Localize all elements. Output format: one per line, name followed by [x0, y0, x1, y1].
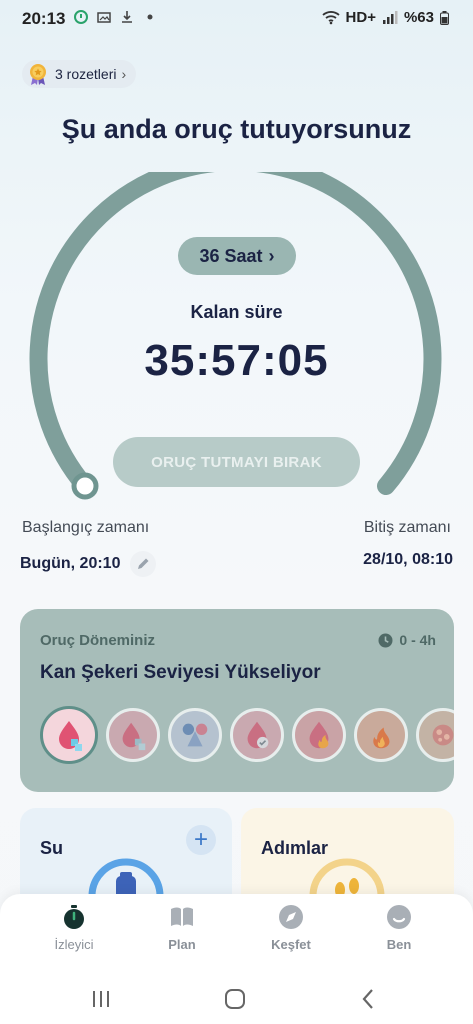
end-time-label: Bitiş zamanı	[363, 519, 451, 536]
book-icon	[171, 907, 193, 926]
bottom-nav: İzleyici Plan Keşfet Ben	[0, 894, 473, 974]
nav-explore[interactable]: Keşfet	[251, 904, 331, 952]
phase-range-label: 0 - 4h	[399, 632, 436, 648]
fasting-plan-button[interactable]: 36 Saat ›	[178, 237, 296, 275]
edit-start-time-button[interactable]	[130, 551, 157, 577]
remaining-time: 35:57:05	[144, 336, 329, 385]
phase-range: 0 - 4h	[378, 632, 436, 648]
status-notification-icons	[74, 10, 157, 24]
fasting-phase-card[interactable]: Oruç Döneminiz 0 - 4h Kan Şekeri Seviyes…	[20, 609, 454, 792]
blood-drop-cubes-icon[interactable]	[106, 708, 160, 762]
start-time-value: Bugün, 20:10	[20, 555, 121, 572]
blood-drop-sugar-icon[interactable]	[40, 706, 98, 764]
medal-icon	[30, 64, 46, 85]
download-icon	[122, 11, 132, 23]
add-water-button[interactable]: +	[186, 825, 216, 855]
plus-icon: +	[193, 826, 208, 853]
home-icon[interactable]	[222, 986, 248, 1012]
back-icon[interactable]	[356, 986, 382, 1012]
gallery-icon	[97, 12, 111, 23]
badges-button[interactable]: 3 rozetleri ›	[22, 60, 137, 88]
nav-explore-label: Keşfet	[271, 937, 311, 952]
drop-check-icon[interactable]	[230, 708, 284, 762]
recent-apps-icon[interactable]	[88, 986, 114, 1012]
battery-percent: %63	[403, 9, 434, 26]
badges-label: 3 rozetleri	[55, 66, 117, 82]
drop-flame-icon[interactable]	[292, 708, 346, 762]
compass-icon	[279, 905, 303, 929]
status-time: 20:13	[22, 9, 66, 28]
pencil-icon	[138, 558, 149, 569]
nav-plan[interactable]: Plan	[142, 904, 222, 952]
wifi-icon	[321, 11, 340, 25]
stop-fasting-button[interactable]: ORUÇ TUTMAYI BIRAK	[113, 437, 360, 487]
phase-subtitle: Oruç Döneminiz	[40, 632, 156, 649]
progress-handle	[71, 472, 99, 500]
nav-tracker[interactable]: İzleyici	[34, 904, 114, 952]
remaining-label: Kalan süre	[190, 302, 283, 322]
phase-title: Kan Şekeri Seviyesi Yükseliyor	[40, 662, 321, 683]
cells-icon[interactable]	[416, 708, 454, 762]
status-bar: 20:13 HD+ %63	[0, 0, 473, 38]
phase-icons-row	[40, 706, 454, 764]
plan-label: 36 Saat	[199, 245, 263, 266]
nav-tracker-label: İzleyici	[54, 937, 94, 952]
stopwatch-icon	[64, 905, 84, 929]
chevron-right-icon: ›	[121, 66, 127, 82]
water-title: Su	[40, 838, 64, 858]
fasting-app-icon	[74, 10, 88, 24]
profile-icon	[387, 905, 411, 929]
signal-icon	[382, 10, 398, 24]
nav-plan-label: Plan	[168, 937, 196, 952]
scale-drops-icon[interactable]	[168, 708, 222, 762]
network-label: HD+	[345, 9, 376, 26]
page-title: Şu anda oruç tutuyorsunuz	[61, 114, 412, 144]
nav-me[interactable]: Ben	[359, 904, 439, 952]
system-nav-bar	[0, 974, 473, 1024]
chevron-right-icon: ›	[268, 245, 275, 266]
start-time-label: Başlangıç zamanı	[22, 519, 150, 536]
start-time-row: Bugün, 20:10	[20, 551, 157, 577]
nav-me-label: Ben	[386, 937, 412, 952]
clock-icon	[378, 633, 393, 647]
status-right: HD+ %63	[321, 9, 449, 26]
dot-icon	[147, 14, 153, 20]
battery-icon	[440, 10, 449, 25]
end-time-value: 28/10, 08:10	[363, 551, 453, 568]
flame-icon[interactable]	[354, 708, 408, 762]
